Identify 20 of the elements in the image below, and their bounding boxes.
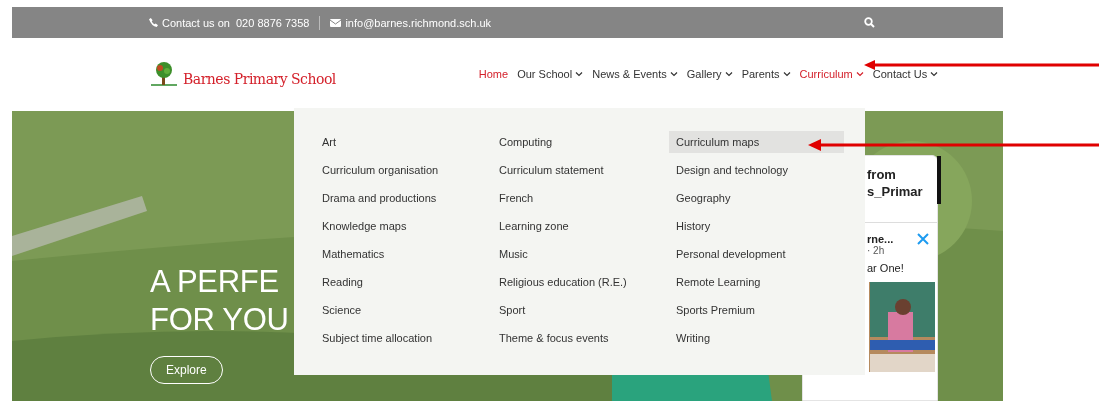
chevron-down-icon xyxy=(930,71,939,77)
nav-link[interactable]: Home xyxy=(478,68,509,80)
chevron-down-icon xyxy=(855,71,864,77)
school-name[interactable]: Barnes Primary School xyxy=(183,71,336,87)
tree-logo-icon[interactable] xyxy=(149,61,179,87)
chevron-down-icon xyxy=(724,71,733,77)
chevron-down-icon xyxy=(669,71,678,77)
envelope-icon xyxy=(330,18,342,27)
phone-icon xyxy=(149,18,158,27)
email-link[interactable]: info@barnes.richmond.sch.uk xyxy=(345,16,492,29)
nav-link[interactable]: Our School xyxy=(517,68,584,80)
nav-link[interactable]: Curriculum xyxy=(799,68,864,80)
nav-link[interactable]: Parents xyxy=(741,68,791,80)
nav-link[interactable]: News & Events xyxy=(592,68,678,80)
chevron-down-icon xyxy=(575,71,584,77)
nav-link[interactable]: Gallery xyxy=(686,68,733,80)
chevron-down-icon xyxy=(782,71,791,77)
nav-link[interactable]: Contact Us xyxy=(872,68,939,80)
phone-label: Contact us on 020 8876 7358 xyxy=(162,16,310,29)
search-icon[interactable] xyxy=(864,17,875,28)
